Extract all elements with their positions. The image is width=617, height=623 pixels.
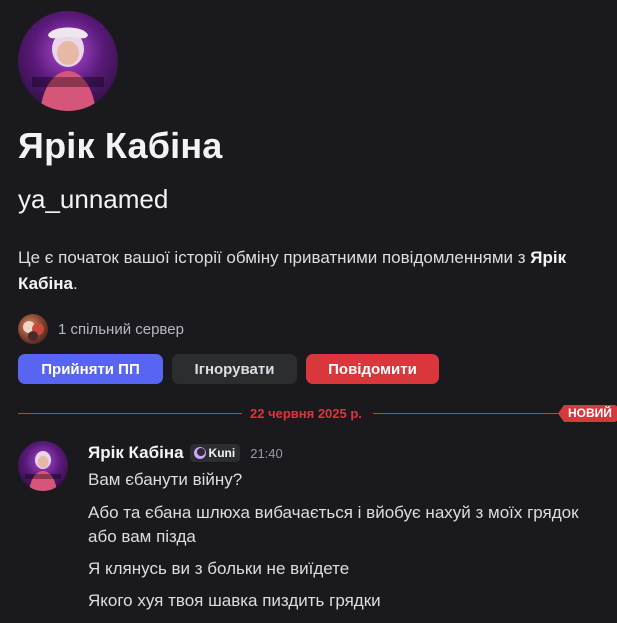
intro-prefix: Це є початок вашої історії обміну приват… xyxy=(18,248,531,267)
date-divider: 22 червня 2025 р. НОВИЙ xyxy=(18,405,617,423)
server-icon xyxy=(23,321,44,341)
divider-line-left xyxy=(18,413,242,414)
server-tag[interactable]: Kuni xyxy=(189,444,241,462)
divider-date: 22 червня 2025 р. xyxy=(250,406,362,421)
message-author-avatar[interactable] xyxy=(18,441,68,491)
message-line-3[interactable]: Я клянусь ви з больки не виїдете xyxy=(88,557,608,581)
server-tag-label: Kuni xyxy=(208,446,236,460)
ignore-button[interactable]: Ігнорувати xyxy=(172,354,297,384)
dm-channel: Ярік Кабіна ya_unnamed Це є початок вашо… xyxy=(0,0,617,623)
message-timestamp[interactable]: 21:40 xyxy=(250,446,283,461)
profile-display-name: Ярік Кабіна xyxy=(18,125,223,166)
new-messages-badge: НОВИЙ xyxy=(558,405,617,422)
accept-dm-button[interactable]: Прийняти ПП xyxy=(18,354,163,384)
dm-intro-text: Це є початок вашої історії обміну приват… xyxy=(18,245,598,297)
message-header: Ярік Кабіна Kuni 21:40 xyxy=(88,443,283,463)
message-author-name[interactable]: Ярік Кабіна xyxy=(88,443,184,463)
profile-avatar[interactable] xyxy=(18,11,118,111)
report-button[interactable]: Повідомити xyxy=(306,354,439,384)
divider-line-right xyxy=(373,413,563,414)
message-line-2[interactable]: Або та єбана шлюха вибачається і вйобує … xyxy=(88,501,608,549)
author-avatar-image xyxy=(25,451,61,491)
profile-username: ya_unnamed xyxy=(18,184,169,214)
message-line-4[interactable]: Якого хуя твоя шавка пиздить грядки xyxy=(88,589,608,613)
mutual-server-icon xyxy=(18,314,48,344)
mutual-servers-label: 1 спільний сервер xyxy=(58,320,184,338)
avatar-image xyxy=(32,27,104,111)
moon-icon xyxy=(193,447,206,459)
mutual-servers[interactable]: 1 спільний сервер xyxy=(18,314,184,344)
intro-suffix: . xyxy=(72,274,78,293)
message-group: Вам єбанути війну? Або та єбана шлюха ви… xyxy=(88,468,608,613)
dm-request-actions: Прийняти ПП Ігнорувати Повідомити xyxy=(18,354,439,384)
message-line-1[interactable]: Вам єбанути війну? xyxy=(88,468,608,492)
